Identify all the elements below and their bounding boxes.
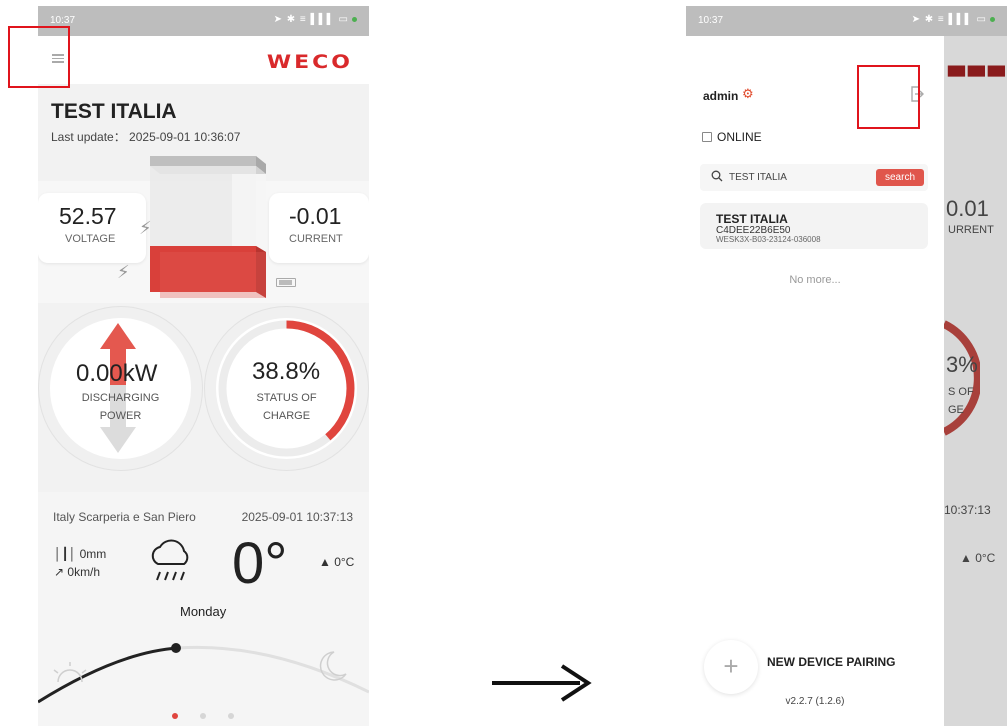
- bg-soc-value: 3%: [946, 352, 978, 377]
- online-checkbox[interactable]: [702, 132, 712, 142]
- bg-current-label: URRENT: [948, 224, 994, 236]
- no-more-label: No more...: [789, 274, 841, 286]
- home-screen: 10:37 ➤ ✱ ≡ ▌▌▌ ▭ WECO TEST ITALIA Last …: [38, 6, 369, 726]
- voltage-value: 52.57: [59, 203, 117, 229]
- bg-soc-label-2: GE: [948, 404, 964, 416]
- current-label: CURRENT: [289, 233, 343, 245]
- rain-icon: │┃│: [54, 547, 80, 561]
- page-indicator: [172, 706, 256, 724]
- last-update: Last update： 2025-09-01 10:36:07: [51, 130, 241, 144]
- page-dot[interactable]: [200, 713, 206, 719]
- soc-label-2: CHARGE: [262, 410, 311, 422]
- search-button[interactable]: search: [876, 169, 924, 186]
- app-header: WECO: [38, 36, 369, 84]
- bolt-icon-faint: ⚡: [139, 218, 152, 238]
- add-device-button[interactable]: +: [704, 640, 758, 694]
- status-time: 10:37: [698, 15, 724, 26]
- status-icons: ➤ ✱ ≡ ▌▌▌ ▭: [912, 14, 995, 25]
- status-bar: 10:37 ➤ ✱ ≡ ▌▌▌ ▭: [38, 6, 369, 36]
- soc-circle: 38.8% STATUS OF CHARGE: [204, 306, 369, 471]
- bg-logo: ▄▄▄▄: [948, 55, 1007, 78]
- weekday: Monday: [180, 604, 227, 619]
- app-version: v2.2.7 (1.2.6): [785, 696, 845, 707]
- rain-value: 0mm: [79, 547, 107, 561]
- new-device-pairing-label[interactable]: NEW DEVICE PAIRING: [767, 655, 895, 669]
- weather-panel: Italy Scarperia e San Piero 2025-09-01 1…: [38, 492, 369, 726]
- voltage-label: VOLTAGE: [65, 233, 116, 245]
- current-value: -0.01: [289, 203, 342, 229]
- station-name: TEST ITALIA: [51, 100, 177, 123]
- bg-time: 10:37:13: [944, 503, 991, 517]
- temperature: 0°: [232, 531, 288, 596]
- weather-datetime: 2025-09-01 10:37:13: [241, 510, 353, 524]
- highlight-box-menu: [8, 26, 70, 88]
- power-value: 0.00kW: [76, 360, 158, 387]
- sunrise-icon: [53, 662, 87, 683]
- weather-location: Italy Scarperia e San Piero: [53, 510, 196, 524]
- username: admin: [703, 89, 739, 103]
- wind-row: ↗ 0km/h: [54, 565, 100, 579]
- wind-icon: ↗: [54, 565, 68, 579]
- rain-row: │┃│ 0mm: [54, 547, 106, 561]
- side-drawer: admin ⚙ ONLINE search TEST ITALIA C4DEE2…: [686, 36, 944, 726]
- device-list-item[interactable]: TEST ITALIA C4DEE22B6E50 WESK3X-B03-2312…: [700, 203, 928, 249]
- bg-temp: ▲ 0°C: [960, 551, 996, 565]
- page-dot-active[interactable]: [172, 713, 178, 719]
- bolt-icon: ⚡: [117, 262, 130, 282]
- bg-soc-label-1: S OF: [948, 386, 974, 398]
- weco-logo: WECO: [266, 51, 353, 74]
- battery-icon: [276, 278, 296, 287]
- status-icons: ➤ ✱ ≡ ▌▌▌ ▭: [274, 14, 357, 25]
- status-bar: 10:37 ➤ ✱ ≡ ▌▌▌ ▭: [686, 6, 1007, 36]
- gear-icon[interactable]: ⚙: [742, 86, 754, 102]
- bg-current-value: 0.01: [946, 196, 989, 221]
- page-dot[interactable]: [228, 713, 234, 719]
- bg-soc-arc: [942, 320, 980, 436]
- device-serial: WESK3X-B03-23124-036008: [716, 235, 821, 244]
- search-bar: search: [700, 164, 928, 191]
- highlight-box-logout: [857, 65, 920, 129]
- soc-value: 38.8%: [252, 358, 321, 385]
- wind-value: 0km/h: [67, 565, 101, 579]
- voltage-card: 52.57 VOLTAGE: [38, 193, 146, 263]
- drawer-screen: 10:37 ➤ ✱ ≡ ▌▌▌ ▭ ▄▄▄▄ 0.01 URRENT 3% S …: [686, 6, 1007, 726]
- search-icon: [711, 170, 723, 182]
- cloud-rain-icon: [151, 539, 189, 581]
- battery-graphic: [150, 156, 266, 298]
- search-input[interactable]: [729, 169, 869, 186]
- device-name: TEST ITALIA: [716, 212, 788, 226]
- status-time: 10:37: [50, 15, 76, 26]
- power-label-1: DISCHARGING: [81, 392, 160, 404]
- temp-small: ▲ 0°C: [319, 555, 355, 569]
- transition-arrow-icon: [492, 664, 592, 702]
- discharge-arrow-icon: [100, 323, 136, 453]
- online-label: ONLINE: [717, 130, 762, 144]
- power-label-2: POWER: [99, 410, 142, 422]
- soc-ring: [218, 320, 355, 457]
- current-card: -0.01 CURRENT: [269, 193, 369, 263]
- power-circle: 0.00kW DISCHARGING POWER: [38, 306, 203, 471]
- soc-label-1: STATUS OF: [256, 392, 317, 404]
